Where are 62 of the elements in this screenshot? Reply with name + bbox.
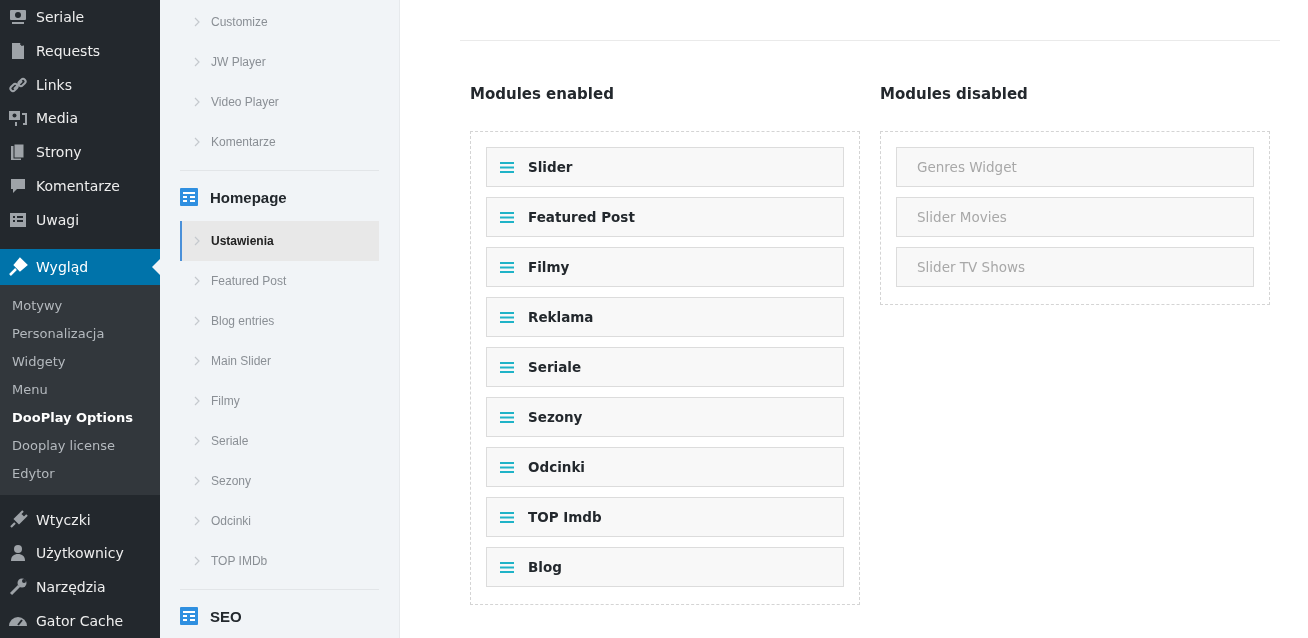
chevron-icon: [194, 476, 200, 486]
drag-handle-icon[interactable]: [500, 511, 514, 523]
menu-icon: [8, 577, 28, 598]
module-item[interactable]: TOP Imdb: [486, 497, 844, 537]
chevron-icon: [194, 17, 200, 27]
nav-item[interactable]: Użytkownicy: [0, 536, 160, 571]
nav-item[interactable]: Wygląd: [0, 248, 160, 285]
module-item[interactable]: Odcinki: [486, 447, 844, 487]
nav-item[interactable]: Media: [0, 101, 160, 136]
drag-handle-icon[interactable]: [500, 261, 514, 273]
section-heading[interactable]: SEO: [210, 607, 242, 625]
module-item[interactable]: Blog: [486, 547, 844, 587]
section-heading[interactable]: Homepage: [210, 188, 287, 206]
drag-handle-icon[interactable]: [500, 561, 514, 573]
options-nav-item[interactable]: Ustawienia: [180, 221, 379, 261]
module-item[interactable]: Sezony: [486, 397, 844, 437]
nav-item[interactable]: Komentarze: [0, 169, 160, 203]
drag-handle-icon[interactable]: [500, 461, 514, 473]
chevron-icon: [194, 276, 200, 286]
chevron-icon: [194, 356, 200, 366]
submenu-item[interactable]: Edytor: [0, 459, 160, 488]
chevron-icon: [194, 236, 200, 246]
chevron-icon: [194, 516, 200, 526]
nav-item[interactable]: Gator Cache: [0, 604, 160, 638]
module-item[interactable]: Reklama: [486, 297, 844, 337]
chevron-icon: [194, 97, 200, 107]
nav-item[interactable]: Links: [0, 67, 160, 102]
submenu-item[interactable]: Personalizacja: [0, 319, 160, 348]
drag-handle-icon[interactable]: [500, 161, 514, 173]
nav-item[interactable]: Seriale: [0, 0, 160, 34]
drag-handle-icon[interactable]: [500, 411, 514, 423]
menu-icon: [8, 543, 28, 564]
nav-item[interactable]: Narzędzia: [0, 570, 160, 605]
nav-item[interactable]: Requests: [0, 33, 160, 68]
chevron-icon: [194, 436, 200, 446]
chevron-icon: [194, 57, 200, 67]
chevron-icon: [194, 137, 200, 147]
table-icon: [180, 607, 198, 625]
submenu-item[interactable]: DooPlay Options: [0, 403, 160, 432]
nav-item[interactable]: Strony: [0, 135, 160, 170]
column-heading: Modules disabled: [880, 85, 1029, 105]
submenu-item[interactable]: Widgety: [0, 347, 160, 376]
nav-item[interactable]: Wtyczki: [0, 502, 160, 537]
submenu-item[interactable]: Dooplay license: [0, 431, 160, 460]
chevron-icon: [194, 396, 200, 406]
menu-icon: [8, 509, 28, 530]
column-heading: Modules enabled: [470, 85, 615, 105]
menu-icon: [8, 108, 28, 129]
menu-icon: [8, 256, 28, 277]
module-item[interactable]: Seriale: [486, 347, 844, 387]
submenu-item[interactable]: Motywy: [0, 291, 160, 320]
drag-handle-icon[interactable]: [500, 211, 514, 223]
table-icon: [180, 188, 198, 206]
chevron-icon: [194, 556, 200, 566]
module-item[interactable]: Featured Post: [486, 197, 844, 237]
drag-handle-icon[interactable]: [500, 311, 514, 323]
chevron-icon: [194, 316, 200, 326]
submenu-item[interactable]: Menu: [0, 375, 160, 404]
module-item[interactable]: Slider: [486, 147, 844, 187]
drag-handle-icon[interactable]: [500, 361, 514, 373]
module-item[interactable]: Filmy: [486, 247, 844, 287]
nav-item[interactable]: Uwagi: [0, 202, 160, 237]
